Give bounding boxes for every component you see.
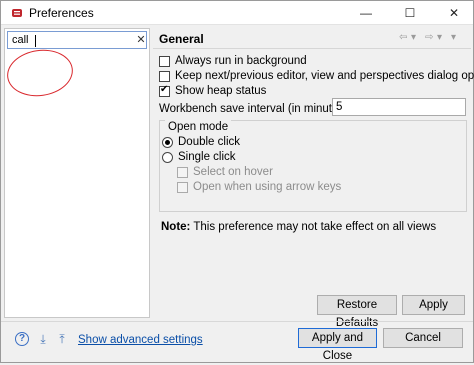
open-arrow-keys-option: Open when using arrow keys: [177, 180, 341, 194]
always-run-background-option[interactable]: Always run in background: [159, 54, 307, 68]
import-icon[interactable]: ⤓: [35, 332, 51, 346]
preferences-window: Preferences — ☐ ✕ call ✕ General ⇦ ▾ ⇨ ▾…: [0, 0, 474, 363]
option-label: Always run in background: [175, 55, 307, 67]
export-icon[interactable]: ⤒: [54, 332, 70, 346]
keep-dialog-open-option[interactable]: Keep next/previous editor, view and pers…: [159, 69, 474, 83]
forward-menu-chevron-icon[interactable]: ▾: [437, 31, 442, 45]
filter-input[interactable]: call ✕: [7, 31, 147, 49]
double-click-option[interactable]: Double click: [162, 135, 240, 149]
cancel-button[interactable]: Cancel: [383, 328, 463, 348]
checkbox-disabled: [177, 181, 188, 193]
filter-input-value: call: [12, 34, 29, 46]
checkbox-checked[interactable]: [159, 84, 170, 97]
open-mode-group: Open mode Double click Single click Sele…: [159, 120, 467, 212]
preference-page: General ⇦ ▾ ⇨ ▾ ▾ Always run in backgrou…: [153, 28, 474, 329]
clear-filter-icon[interactable]: ✕: [136, 33, 146, 47]
option-label: Double click: [178, 136, 240, 148]
page-navigation: ⇦ ▾ ⇨ ▾ ▾: [399, 31, 469, 45]
note-label: Note:: [161, 221, 191, 233]
show-advanced-settings-link[interactable]: Show advanced settings: [78, 333, 203, 347]
title-bar: Preferences — ☐ ✕: [1, 1, 473, 25]
checkbox[interactable]: [159, 55, 170, 67]
save-interval-label: Workbench save interval (in minutes):: [159, 103, 352, 115]
preference-tree-pane: call ✕: [4, 28, 150, 318]
checkbox-disabled: [177, 166, 188, 178]
radio-selected[interactable]: [162, 136, 173, 148]
forward-arrow-icon[interactable]: ⇨: [425, 31, 433, 45]
option-label: Open when using arrow keys: [193, 181, 342, 193]
radio[interactable]: [162, 151, 173, 163]
option-label: Single click: [178, 151, 236, 163]
select-on-hover-option: Select on hover: [177, 165, 273, 179]
option-label: Keep next/previous editor, view and pers…: [175, 70, 474, 82]
apply-and-close-button[interactable]: Apply and Close: [298, 328, 377, 362]
open-mode-title: Open mode: [165, 120, 232, 134]
single-click-option[interactable]: Single click: [162, 150, 236, 164]
option-label: Show heap status: [175, 85, 267, 97]
back-arrow-icon[interactable]: ⇦: [399, 31, 407, 45]
help-icon[interactable]: ?: [15, 332, 29, 346]
eclipse-app-icon: [12, 9, 22, 17]
apply-button[interactable]: Apply: [402, 295, 465, 315]
view-menu-chevron-icon[interactable]: ▾: [451, 31, 456, 45]
maximize-button[interactable]: ☐: [395, 1, 425, 25]
save-interval-field[interactable]: 5: [332, 98, 466, 116]
heading-divider: [153, 48, 471, 49]
restore-defaults-button[interactable]: Restore Defaults: [317, 295, 397, 329]
show-heap-status-option[interactable]: Show heap status: [159, 84, 266, 98]
note-body: This preference may not take effect on a…: [190, 221, 437, 233]
page-title: General: [159, 32, 204, 46]
option-label: Select on hover: [193, 166, 273, 178]
checkbox[interactable]: [159, 70, 170, 82]
window-title: Preferences: [29, 6, 94, 20]
note-text: Note: This preference may not take effec…: [161, 220, 436, 234]
back-menu-chevron-icon[interactable]: ▾: [411, 31, 416, 45]
annotation-circle: [4, 45, 76, 101]
close-button[interactable]: ✕: [439, 1, 469, 25]
minimize-button[interactable]: —: [351, 1, 381, 25]
text-caret: [35, 35, 36, 47]
